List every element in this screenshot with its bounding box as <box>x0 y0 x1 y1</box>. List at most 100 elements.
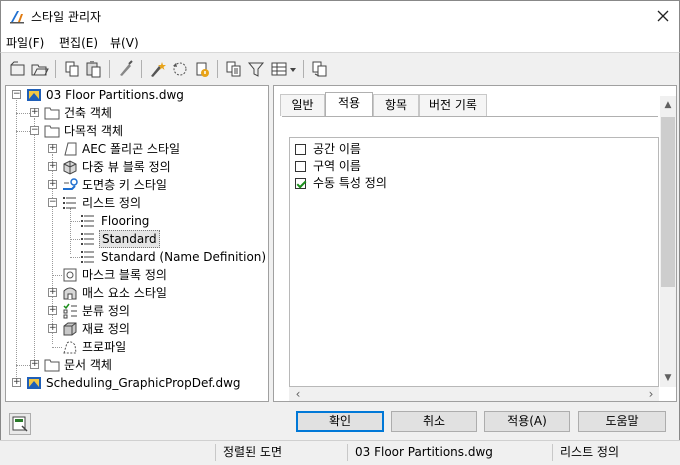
horizontal-scrollbar[interactable] <box>289 387 659 401</box>
tab-applies-to[interactable]: 적용 <box>325 92 373 116</box>
expand-icon[interactable]: + <box>48 324 57 333</box>
mass-element-icon <box>63 287 77 300</box>
tab-version-history[interactable]: 버전 기록 <box>419 94 487 116</box>
expand-icon[interactable]: + <box>48 180 57 189</box>
expand-icon[interactable]: + <box>48 144 57 153</box>
menu-edit[interactable]: 편집(E) <box>59 34 98 51</box>
collapse-icon[interactable]: − <box>48 198 57 207</box>
checkbox[interactable] <box>295 144 306 155</box>
version-icon[interactable] <box>193 60 211 78</box>
style-tree[interactable]: − 03 Floor Partitions.dwg + 건축 객체 − 다목적 … <box>5 85 269 402</box>
tree-item-drawing-scheduling[interactable]: + Scheduling_GraphicPropDef.dwg <box>6 374 268 392</box>
list-definition-icon <box>63 197 76 209</box>
collapse-icon[interactable]: − <box>30 126 39 135</box>
copy-icon[interactable] <box>63 60 81 78</box>
expand-icon[interactable]: + <box>48 306 57 315</box>
collapse-icon[interactable]: − <box>12 90 21 99</box>
tree-item-multiview-block-definitions[interactable]: + 다중 뷰 블록 정의 <box>6 158 268 176</box>
help-button[interactable]: 도움말 <box>578 411 666 432</box>
tree-item-label: 다목적 객체 <box>64 124 124 138</box>
title-bar <box>0 0 680 32</box>
apply-button[interactable]: 적용(A) <box>484 411 570 432</box>
cancel-button[interactable]: 취소 <box>391 411 477 432</box>
expand-icon[interactable]: + <box>12 378 21 387</box>
drawing-icon <box>27 89 41 101</box>
edit-style-icon[interactable] <box>149 60 167 78</box>
scroll-down-icon[interactable]: ▼ <box>661 373 675 383</box>
toggle-panel-button[interactable] <box>9 413 31 435</box>
tree-guide <box>16 131 30 132</box>
status-current-drawing: 03 Floor Partitions.dwg <box>347 444 552 461</box>
tree-item-profiles[interactable]: 프로파일 <box>6 338 268 356</box>
tree-item-label: AEC 폴리곤 스타일 <box>82 142 181 156</box>
vertical-scroll-thumb[interactable] <box>661 117 675 287</box>
tree-guide <box>70 221 80 222</box>
menu-file[interactable]: 파일(F) <box>6 34 44 51</box>
tree-item-standard-name-definition[interactable]: Standard (Name Definition) <box>6 248 268 266</box>
tree-item-classification-definitions[interactable]: + 분류 정의 <box>6 302 268 320</box>
tree-item-aec-polygon-styles[interactable]: + AEC 폴리곤 스타일 <box>6 140 268 158</box>
style-manager-icon <box>10 11 24 24</box>
list-item-icon <box>81 215 94 227</box>
checkbox[interactable] <box>295 161 306 172</box>
tree-item-layer-key-styles[interactable]: + 도면층 키 스타일 <box>6 176 268 194</box>
tree-item-list-definitions[interactable]: − 리스트 정의 <box>6 194 268 212</box>
checkbox-checked[interactable] <box>295 178 306 189</box>
tree-item-mass-element-styles[interactable]: + 매스 요소 스타일 <box>6 284 268 302</box>
scroll-up-icon[interactable]: ▲ <box>661 100 675 110</box>
expand-icon[interactable]: + <box>48 162 57 171</box>
tree-item-standard[interactable]: Standard <box>6 230 268 248</box>
tree-guide <box>16 113 30 114</box>
toolbar-separator <box>141 60 142 78</box>
tab-items[interactable]: 항목 <box>373 94 419 116</box>
toolbar-separator <box>303 60 304 78</box>
layer-key-icon <box>63 178 78 190</box>
list-item-icon <box>81 251 94 263</box>
expand-icon[interactable]: + <box>48 288 57 297</box>
tree-item-mask-block-definitions[interactable]: 마스크 블록 정의 <box>6 266 268 284</box>
tree-item-flooring[interactable]: Flooring <box>6 212 268 230</box>
applies-to-list[interactable]: 공간 이름 구역 이름 수동 특성 정의 <box>289 137 659 387</box>
purge-icon[interactable] <box>117 60 135 78</box>
status-sort-mode: 정렬된 도면 <box>215 444 347 461</box>
tree-item-material-definitions[interactable]: + 재료 정의 <box>6 320 268 338</box>
tree-guide <box>52 347 62 348</box>
new-drawing-icon[interactable] <box>9 60 27 78</box>
close-button[interactable] <box>648 2 678 30</box>
scroll-left-icon[interactable]: ‹ <box>291 388 305 400</box>
toolbar-separator <box>109 60 110 78</box>
inline-edit-icon[interactable] <box>311 60 329 78</box>
panel-view-icon <box>12 416 28 432</box>
tree-item-architectural-objects[interactable]: + 건축 객체 <box>6 104 268 122</box>
folder-icon <box>44 125 60 138</box>
expand-icon[interactable]: + <box>30 108 39 117</box>
tree-item-multipurpose-objects[interactable]: − 다목적 객체 <box>6 122 268 140</box>
tree-item-document-objects[interactable]: + 문서 객체 <box>6 356 268 374</box>
profile-icon <box>63 341 77 354</box>
view-options-icon[interactable] <box>270 60 298 78</box>
material-icon <box>63 322 77 336</box>
folder-icon <box>44 359 60 372</box>
open-drawing-icon[interactable] <box>31 60 49 78</box>
ok-button[interactable]: 확인 <box>296 411 384 432</box>
filter-icon[interactable] <box>247 60 265 78</box>
status-object-type: 리스트 정의 <box>552 444 676 461</box>
tree-item-label-selected: Standard <box>99 230 160 248</box>
paste-icon[interactable] <box>85 60 103 78</box>
sync-icon[interactable] <box>171 60 189 78</box>
tree-item-label: 다중 뷰 블록 정의 <box>82 160 171 174</box>
tree-item-label: 분류 정의 <box>82 304 130 318</box>
toolbar-separator <box>55 60 56 78</box>
tree-item-drawing-floor-partitions[interactable]: − 03 Floor Partitions.dwg <box>6 86 268 104</box>
tree-item-label: Standard (Name Definition) <box>101 250 267 264</box>
expand-icon[interactable]: + <box>30 360 39 369</box>
tree-item-label: Flooring <box>101 214 150 228</box>
tree-item-label: 건축 객체 <box>64 106 112 120</box>
tab-strip-border <box>282 116 658 117</box>
menu-view[interactable]: 뷰(V) <box>110 34 139 51</box>
mask-block-icon <box>63 268 77 282</box>
tab-general[interactable]: 일반 <box>280 94 325 116</box>
scroll-right-icon[interactable]: › <box>644 388 658 400</box>
toggle-view-icon[interactable] <box>225 60 243 78</box>
drawing-icon <box>27 377 41 389</box>
